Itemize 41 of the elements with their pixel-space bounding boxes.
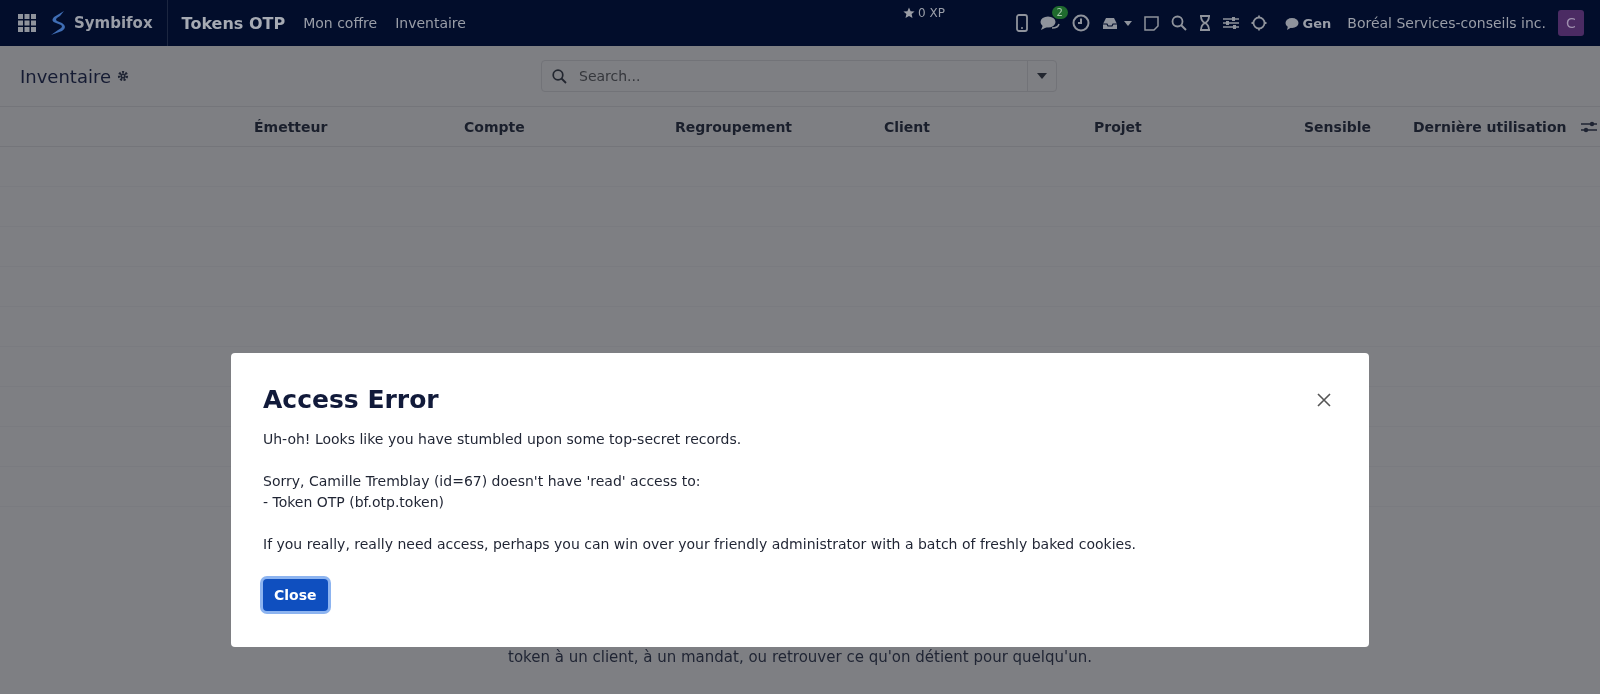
close-icon (1317, 392, 1331, 407)
nav-menu-item[interactable]: Mon coffre (303, 15, 378, 31)
brand-name: Symbifox (74, 14, 153, 32)
phone-icon[interactable] (1015, 14, 1028, 32)
search-input[interactable]: Search... (577, 67, 1027, 85)
message-count-badge: 2 (1051, 6, 1068, 19)
close-button[interactable]: Close (263, 579, 328, 611)
star-icon (903, 7, 915, 19)
search-icon[interactable] (1170, 15, 1187, 31)
column-header[interactable]: Projet (1094, 118, 1304, 135)
column-settings-icon[interactable] (1581, 119, 1597, 134)
dialog-title: Access Error (263, 385, 439, 414)
nav-menu-item[interactable]: Inventaire (395, 15, 466, 31)
help-text: token à un client, à un mandat, ou retrouver ce qu'on détient pour quelqu'un. (507, 648, 1093, 666)
column-header[interactable]: Client (884, 118, 1094, 135)
search-field[interactable]: Search... (541, 60, 1057, 92)
error-message: Uh-oh! Looks like you have stumbled upon some top-secret records. (263, 430, 743, 449)
sliders-icon[interactable] (1222, 16, 1239, 30)
column-header[interactable]: Sensible (1304, 118, 1413, 135)
error-message: If you really, really need access, perhaps you can win over your friendly administrator with a batch of freshly baked cookies. (263, 535, 1137, 554)
xp-label: 0 XP (918, 6, 945, 20)
company-switcher[interactable]: Boréal Services-conseils inc. (1347, 15, 1546, 31)
caret-icon (1037, 73, 1047, 79)
app-title[interactable]: Tokens OTP (181, 13, 286, 33)
hourglass-icon[interactable] (1198, 15, 1211, 31)
error-message: Sorry, Camille Tremblay (id=67) doesn't have 'read' access to: - Token OTP (bf.otp.token) (263, 472, 702, 512)
note-icon[interactable] (1143, 15, 1159, 31)
user-avatar[interactable]: C (1558, 10, 1584, 36)
apps-grid-icon[interactable] (18, 14, 36, 32)
caret-icon[interactable] (1123, 20, 1132, 26)
inbox-icon[interactable] (1101, 16, 1118, 30)
page-title: Inventaire (20, 65, 112, 87)
chat-channel-button[interactable]: Gen (1284, 15, 1332, 31)
column-header[interactable]: Compte (464, 118, 675, 135)
column-header[interactable]: Regroupement (675, 118, 884, 135)
chat-icon[interactable] (1039, 15, 1060, 31)
clock-icon[interactable] (1071, 14, 1090, 32)
search-icon (552, 68, 567, 84)
column-header[interactable]: Dernière utilisation (1413, 118, 1581, 135)
speech-bubble-icon (1284, 16, 1299, 30)
column-header[interactable]: Émetteur (254, 118, 464, 135)
